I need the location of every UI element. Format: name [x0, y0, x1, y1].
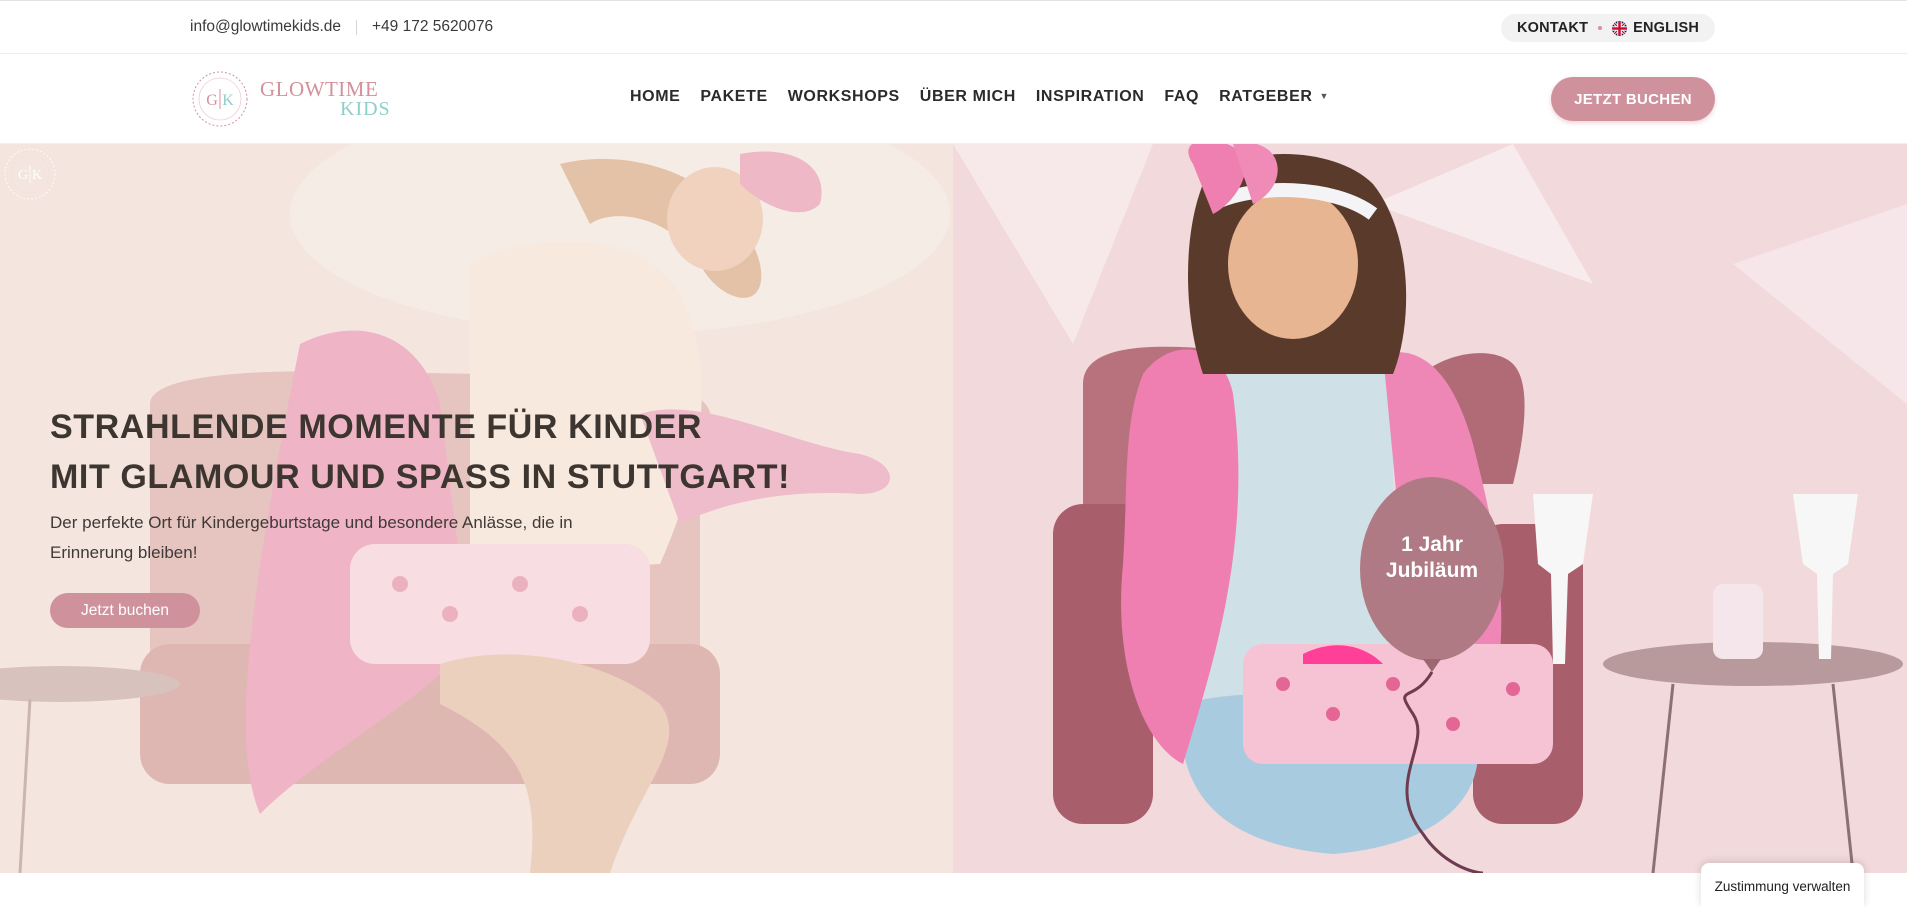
- hero-image-right: [953, 144, 1907, 873]
- balloon-line2: Jubiläum: [1385, 559, 1479, 582]
- nav-pakete[interactable]: PAKETE: [700, 88, 767, 106]
- nav-home[interactable]: HOME: [630, 88, 680, 106]
- balloon-monogram-left: G: [18, 168, 28, 183]
- logo-emblem: G K: [192, 71, 248, 127]
- logo-line2: KIDS: [340, 98, 391, 120]
- balloon-line1: 1 Jahr: [1401, 533, 1463, 556]
- logo-line1: GLOWTIME: [260, 77, 379, 101]
- hero-book-button[interactable]: Jetzt buchen: [50, 593, 200, 628]
- top-links: KONTAKT ENGLISH: [1500, 14, 1715, 42]
- logo-monogram-left: G: [206, 92, 218, 109]
- nav-ratgeber-label: RATGEBER: [1219, 88, 1313, 105]
- book-now-button[interactable]: JETZT BUCHEN: [1551, 77, 1715, 121]
- hero-photo-right: [953, 144, 1907, 873]
- nav-ueber-mich[interactable]: ÜBER MICH: [920, 88, 1016, 106]
- chevron-down-icon: ▼: [1319, 91, 1330, 101]
- email-link[interactable]: info@glowtimekids.de: [190, 18, 341, 36]
- uk-flag-icon: [1612, 20, 1628, 36]
- logo-monogram-right: K: [222, 92, 234, 109]
- top-bar: info@glowtimekids.de +49 172 5620076 KON…: [0, 0, 1907, 54]
- site-logo[interactable]: G K GLOWTIME KIDS: [190, 69, 391, 129]
- hero-title-line2: MIT GLAMOUR UND SPASS IN STUTTGART!: [50, 458, 790, 496]
- logo-wordmark: GLOWTIME KIDS: [260, 77, 391, 120]
- nav-faq[interactable]: FAQ: [1164, 88, 1199, 106]
- contact-link[interactable]: KONTAKT: [1517, 20, 1588, 36]
- hero-image-left: STRAHLENDE MOMENTE FÜR KINDER MIT GLAMOU…: [0, 144, 953, 873]
- balloon-monogram-right: K: [32, 168, 42, 183]
- anniversary-balloon: 1 Jahr Jubiläum: [1362, 532, 1502, 584]
- separator-dot: [1598, 26, 1603, 30]
- hero-title-line1: STRAHLENDE MOMENTE FÜR KINDER: [50, 408, 703, 446]
- nav-ratgeber[interactable]: RATGEBER ▼: [1219, 88, 1329, 106]
- balloon-logo-icon: G K: [4, 148, 56, 200]
- divider: [356, 19, 357, 35]
- language-label: ENGLISH: [1633, 20, 1699, 36]
- main-header: G K GLOWTIME KIDS HOME PAKETE WORKSHOPS …: [0, 54, 1907, 144]
- cookie-consent-tab[interactable]: Zustimmung verwalten: [1701, 863, 1864, 907]
- main-nav: HOME PAKETE WORKSHOPS ÜBER MICH INSPIRAT…: [630, 88, 1349, 106]
- nav-inspiration[interactable]: INSPIRATION: [1036, 88, 1145, 106]
- language-switch[interactable]: ENGLISH: [1612, 20, 1699, 36]
- hero-subtitle: Der perfekte Ort für Kindergeburtstage u…: [50, 513, 573, 562]
- hero-title: STRAHLENDE MOMENTE FÜR KINDER MIT GLAMOU…: [50, 402, 790, 502]
- hero-section: STRAHLENDE MOMENTE FÜR KINDER MIT GLAMOU…: [0, 144, 1907, 873]
- contact-info: info@glowtimekids.de +49 172 5620076: [190, 18, 493, 36]
- phone-link[interactable]: +49 172 5620076: [372, 18, 493, 36]
- nav-workshops[interactable]: WORKSHOPS: [788, 88, 900, 106]
